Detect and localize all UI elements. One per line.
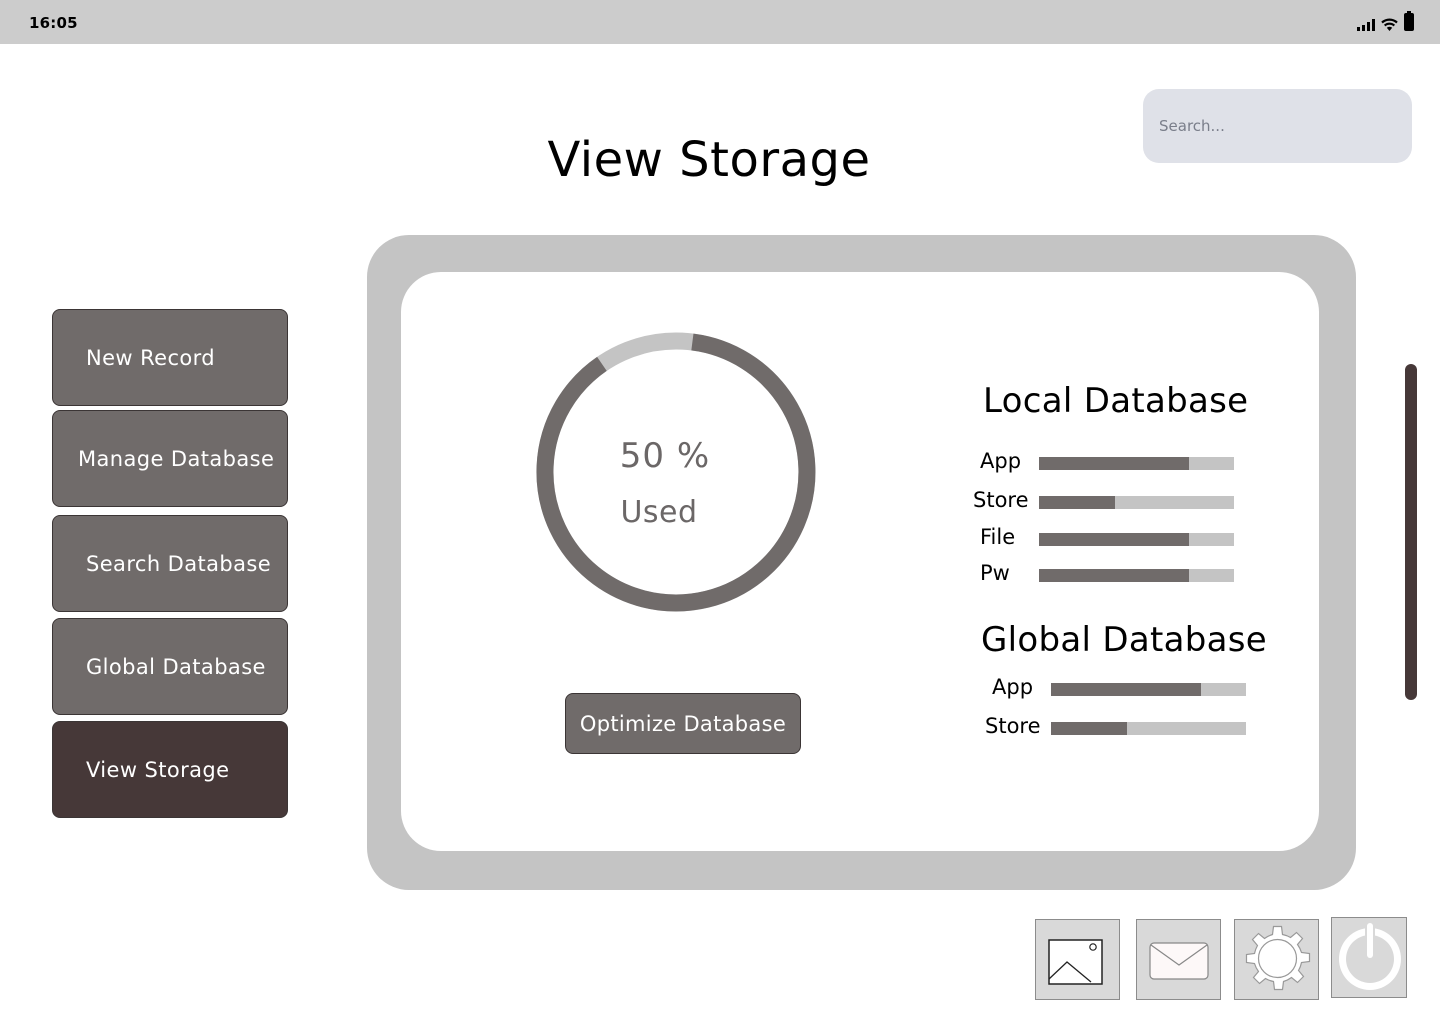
view-storage-button[interactable]: View Storage bbox=[52, 721, 288, 818]
local-bar-label-pw: Pw bbox=[980, 561, 1010, 585]
nav-label: New Record bbox=[86, 345, 216, 370]
local-bar-label-store: Store bbox=[973, 488, 1029, 512]
search-box[interactable] bbox=[1143, 89, 1412, 163]
bar-fill bbox=[1039, 496, 1116, 509]
optimize-database-button[interactable]: Optimize Database bbox=[565, 693, 801, 754]
bar-fill bbox=[1051, 683, 1202, 696]
image-icon bbox=[1048, 939, 1103, 985]
status-bar: 16:05 bbox=[0, 0, 1440, 44]
nav-label: View Storage bbox=[86, 757, 230, 782]
storage-screen: 16:05 View Storage Search... New Record … bbox=[0, 0, 1440, 1024]
search-database-button[interactable]: Search Database bbox=[52, 515, 288, 612]
status-time: 16:05 bbox=[29, 14, 78, 32]
global-database-title: Global Database bbox=[981, 620, 1267, 660]
signal-icon bbox=[1357, 19, 1375, 31]
bar-fill bbox=[1051, 722, 1128, 735]
status-icons bbox=[1357, 11, 1414, 31]
local-bar-label-app: App bbox=[980, 449, 1022, 473]
global-bar-label-store: Store bbox=[985, 714, 1041, 738]
gauge-percent: 50 % bbox=[619, 436, 711, 476]
mail-icon bbox=[1149, 942, 1209, 980]
mail-tile[interactable] bbox=[1136, 919, 1221, 1000]
power-tile[interactable] bbox=[1331, 917, 1407, 998]
bar-fill bbox=[1039, 569, 1190, 582]
global-database-button[interactable]: Global Database bbox=[52, 618, 288, 715]
local-bar-pw bbox=[1039, 569, 1234, 582]
local-bar-label-file: File bbox=[980, 525, 1016, 549]
gear-icon bbox=[1245, 925, 1311, 991]
settings-tile[interactable] bbox=[1234, 919, 1319, 1000]
vertical-scrollbar[interactable] bbox=[1405, 364, 1417, 700]
gallery-tile[interactable] bbox=[1035, 919, 1120, 1000]
battery-icon bbox=[1404, 11, 1414, 31]
nav-label: Search Database bbox=[86, 551, 272, 576]
local-bar-app bbox=[1039, 457, 1234, 470]
local-bar-file bbox=[1039, 533, 1234, 546]
search-input[interactable] bbox=[1159, 111, 1349, 141]
global-bar-label-app: App bbox=[992, 675, 1034, 699]
bar-fill bbox=[1039, 457, 1190, 470]
manage-database-button[interactable]: Manage Database bbox=[52, 410, 288, 507]
gauge-caption: Used bbox=[620, 495, 698, 530]
local-database-title: Local Database bbox=[983, 381, 1249, 421]
bar-fill bbox=[1039, 533, 1190, 546]
power-icon bbox=[1339, 921, 1401, 990]
nav-label: Global Database bbox=[86, 654, 266, 679]
wifi-icon bbox=[1381, 18, 1398, 31]
global-bar-app bbox=[1051, 683, 1246, 696]
new-record-button[interactable]: New Record bbox=[52, 309, 288, 406]
nav-label: Manage Database bbox=[78, 446, 275, 471]
local-bar-store bbox=[1039, 496, 1234, 509]
global-bar-store bbox=[1051, 722, 1246, 735]
